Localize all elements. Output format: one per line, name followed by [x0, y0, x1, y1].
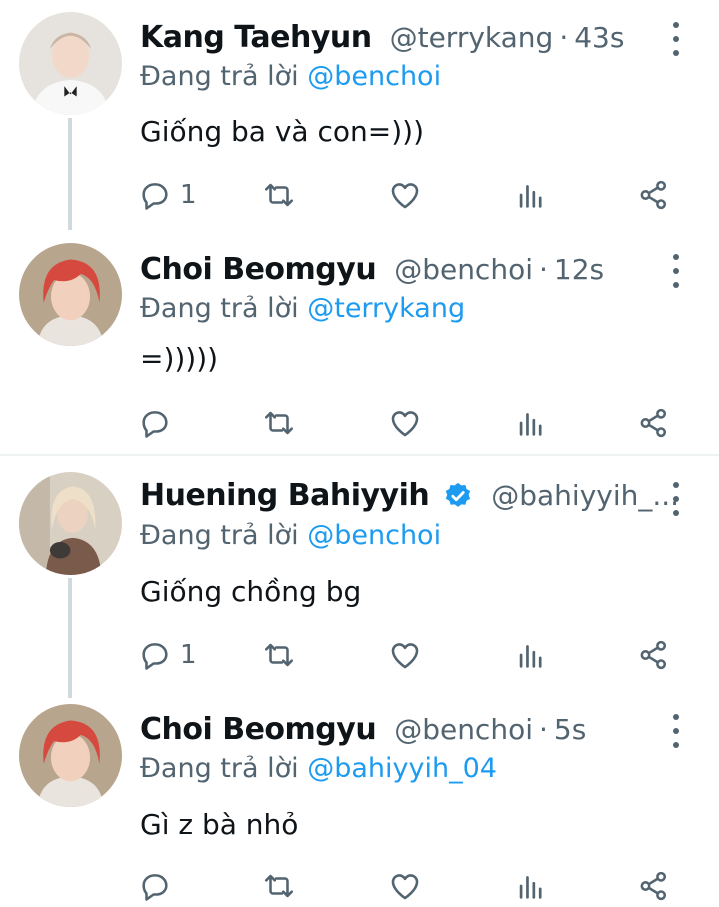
heart-icon: [391, 411, 419, 437]
analytics-button[interactable]: [514, 175, 548, 215]
retweet-icon: [264, 411, 294, 435]
like-button[interactable]: [388, 403, 422, 443]
red-hair-person-avatar: [19, 704, 122, 807]
share-icon: [640, 180, 667, 210]
retweet-button[interactable]: [262, 403, 296, 443]
replying-to: Đang trả lời @terrykang: [140, 293, 465, 324]
analytics-icon: [519, 413, 542, 436]
replying-to: Đang trả lời @bahiyyih_04: [140, 753, 497, 784]
heart-icon: [391, 643, 419, 669]
reply-button[interactable]: 1: [138, 635, 197, 675]
verified-badge-icon: [445, 482, 471, 507]
more-options-icon[interactable]: [664, 22, 688, 56]
replying-to: Đang trả lời @benchoi: [140, 61, 441, 92]
timestamp[interactable]: 12s: [554, 253, 604, 286]
user-handle[interactable]: @terrykang: [390, 21, 554, 54]
share-button[interactable]: [637, 175, 671, 215]
share-button[interactable]: [637, 866, 671, 906]
analytics-button[interactable]: [514, 635, 548, 675]
heart-icon: [391, 183, 419, 209]
tweet-text: Gì z bà nhỏ: [140, 808, 299, 841]
display-name[interactable]: Huening Bahiyyih: [140, 478, 430, 513]
analytics-icon: [519, 185, 542, 208]
action-bar: 1: [0, 175, 719, 215]
share-icon: [640, 408, 667, 438]
mention-link[interactable]: @benchoi: [307, 520, 441, 551]
more-options-icon[interactable]: [664, 482, 688, 516]
retweet-icon: [264, 874, 294, 898]
user-handle[interactable]: @bahiyyih_...: [491, 479, 679, 512]
display-name[interactable]: Kang Taehyun: [140, 20, 372, 55]
share-button[interactable]: [637, 403, 671, 443]
separator-dot: ·: [538, 713, 548, 746]
reply-icon: [142, 874, 168, 901]
retweet-icon: [264, 183, 294, 207]
reply-count: 1: [180, 180, 197, 210]
share-icon: [640, 871, 667, 901]
separator-dot: ·: [559, 21, 569, 54]
timestamp[interactable]: 43s: [574, 21, 624, 54]
reply-button[interactable]: [138, 403, 180, 443]
replying-to-label: Đang trả lời: [140, 753, 299, 784]
analytics-button[interactable]: [514, 403, 548, 443]
reply-button[interactable]: [138, 866, 180, 906]
mention-link[interactable]: @benchoi: [307, 61, 441, 92]
tweet-header: Choi Beomgyu @benchoi · 5s: [140, 712, 586, 747]
heart-icon: [391, 874, 419, 900]
replying-to-label: Đang trả lời: [140, 61, 299, 92]
action-bar: [0, 866, 719, 906]
replying-to: Đang trả lời @benchoi: [140, 520, 441, 551]
like-button[interactable]: [388, 175, 422, 215]
like-button[interactable]: [388, 635, 422, 675]
reply-icon: [142, 411, 168, 438]
avatar[interactable]: [19, 12, 122, 115]
reply-button[interactable]: 1: [138, 175, 197, 215]
retweet-button[interactable]: [262, 635, 296, 675]
more-options-icon[interactable]: [664, 254, 688, 288]
user-handle[interactable]: @benchoi: [394, 713, 533, 746]
display-name[interactable]: Choi Beomgyu: [140, 712, 377, 747]
conversation-divider: [0, 454, 719, 456]
retweet-icon: [264, 643, 294, 667]
tweet-text: Giống ba và con=))): [140, 115, 424, 148]
avatar[interactable]: [19, 243, 122, 346]
tweet-header: Kang Taehyun @terrykang · 43s: [140, 20, 624, 55]
avatar[interactable]: [19, 472, 122, 575]
reply-count: 1: [180, 640, 197, 670]
analytics-icon: [519, 645, 542, 668]
share-button[interactable]: [637, 635, 671, 675]
more-options-icon[interactable]: [664, 714, 688, 748]
timestamp[interactable]: 5s: [554, 713, 586, 746]
action-bar: 1: [0, 635, 719, 675]
reply-icon: [142, 643, 168, 670]
retweet-button[interactable]: [262, 175, 296, 215]
avatar[interactable]: [19, 704, 122, 807]
user-handle[interactable]: @benchoi: [394, 253, 533, 286]
tweet-header: Huening Bahiyyih @bahiyyih_...: [140, 478, 679, 513]
replying-to-label: Đang trả lời: [140, 293, 299, 324]
tweet-header: Choi Beomgyu @benchoi · 12s: [140, 252, 604, 287]
red-hair-person-avatar: [19, 243, 122, 346]
share-icon: [640, 640, 667, 670]
white-shirt-person-avatar: [19, 12, 122, 115]
reply-icon: [142, 183, 168, 210]
action-bar: [0, 403, 719, 443]
analytics-icon: [519, 876, 542, 899]
analytics-button[interactable]: [514, 866, 548, 906]
like-button[interactable]: [388, 866, 422, 906]
retweet-button[interactable]: [262, 866, 296, 906]
blonde-person-avatar: [19, 472, 122, 575]
separator-dot: ·: [538, 253, 548, 286]
replying-to-label: Đang trả lời: [140, 520, 299, 551]
display-name[interactable]: Choi Beomgyu: [140, 252, 377, 287]
mention-link[interactable]: @bahiyyih_04: [307, 753, 497, 784]
tweet-text: Giống chồng bg: [140, 575, 362, 608]
mention-link[interactable]: @terrykang: [307, 293, 465, 324]
tweet-text: =))))): [140, 342, 219, 375]
